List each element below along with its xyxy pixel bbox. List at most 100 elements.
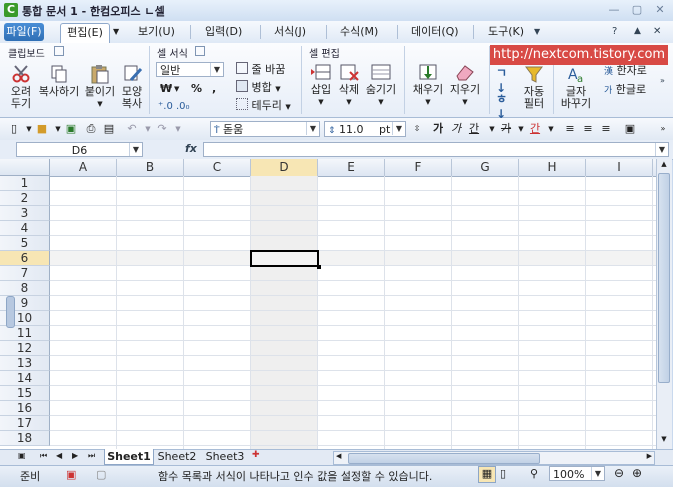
spreadsheet-grid[interactable]: ABCDEFGHI 1 2 3 4 5 6 7 8 9 10 11 12 13 14 15 16 17 18	[0, 159, 656, 449]
format-painter-button[interactable]: 모양 복사	[118, 64, 146, 110]
toolbar-options-icon[interactable]: »	[655, 122, 671, 136]
row-header-14[interactable]: 14	[0, 371, 50, 386]
row-header-17[interactable]: 17	[0, 416, 50, 431]
underline-button[interactable]: 간	[466, 122, 482, 136]
hide-button[interactable]: 숨기기 ▼	[363, 62, 399, 108]
new-document-icon[interactable]: ▯	[6, 122, 22, 136]
minimize-icon[interactable]: —	[606, 3, 622, 17]
auto-filter-button[interactable]: 자동 필터	[518, 64, 550, 110]
hide-chevron-icon[interactable]: ▼	[363, 96, 399, 108]
column-header-d[interactable]: D	[251, 159, 318, 176]
chevron-down-icon[interactable]: ▼	[392, 122, 405, 135]
next-sheet-icon[interactable]: ▶	[72, 451, 78, 460]
cut-button[interactable]: 오려 두기	[6, 64, 36, 110]
chevron-down-icon[interactable]: ▼	[591, 467, 604, 480]
decrease-decimal-icon[interactable]: .0₀	[176, 99, 190, 115]
print-preview-icon[interactable]: ▤	[101, 122, 117, 136]
zoom-in-icon[interactable]: ⊕	[632, 466, 642, 480]
vertical-scrollbar[interactable]: ▲ ▼	[656, 159, 672, 449]
percent-button[interactable]: %	[191, 81, 202, 97]
row-header-3[interactable]: 3	[0, 206, 50, 221]
menu-input[interactable]: 입력(D)	[201, 23, 246, 41]
side-panel-handle[interactable]	[6, 296, 15, 328]
clipboard-dialog-icon[interactable]	[54, 46, 64, 56]
increase-decimal-icon[interactable]: ⁺.0	[158, 99, 173, 115]
font-size-stepper-icon[interactable]: ⇳	[409, 122, 425, 136]
ribbon-collapse-icon[interactable]: ▲	[634, 26, 641, 36]
menu-view[interactable]: 보기(U)	[134, 23, 179, 41]
zoom-icon[interactable]: ⚲	[530, 467, 538, 480]
column-header-a[interactable]: A	[50, 159, 117, 176]
fill-button[interactable]: 채우기 ▼	[410, 62, 446, 108]
first-sheet-icon[interactable]: ⏮	[40, 451, 47, 461]
column-header-f[interactable]: F	[385, 159, 452, 176]
align-right-icon[interactable]: ≡	[598, 122, 614, 136]
column-header-h[interactable]: H	[519, 159, 586, 176]
align-left-icon[interactable]: ≡	[562, 122, 578, 136]
ribbon-scroll-right-icon[interactable]: »	[660, 76, 665, 85]
row-header-13[interactable]: 13	[0, 356, 50, 371]
comma-button[interactable]: ,	[212, 81, 216, 97]
redo-chevron-icon[interactable]: ▼	[170, 122, 186, 136]
italic-button[interactable]: 가	[448, 122, 464, 136]
sort-ascending-icon[interactable]: ㄱ↓	[496, 64, 516, 95]
row-header-12[interactable]: 12	[0, 341, 50, 356]
macro-record-icon[interactable]: ▣	[66, 468, 76, 481]
menu-more-icon[interactable]: ▼	[534, 27, 540, 36]
column-header-c[interactable]: C	[184, 159, 251, 176]
help-icon[interactable]: ?	[612, 26, 617, 37]
redo-icon[interactable]: ↷	[154, 122, 170, 136]
fill-chevron-icon[interactable]: ▼	[410, 96, 446, 108]
menu-format[interactable]: 서식(J)	[270, 23, 310, 41]
prev-sheet-icon[interactable]: ◀	[56, 451, 62, 460]
menu-formula[interactable]: 수식(M)	[336, 23, 382, 41]
merge-center-icon[interactable]: ▣	[622, 122, 638, 136]
paste-chevron-icon[interactable]: ▼	[84, 98, 116, 110]
column-header-g[interactable]: G	[452, 159, 519, 176]
wrap-text-button[interactable]: 줄 바꿈	[236, 62, 285, 78]
row-header-11[interactable]: 11	[0, 326, 50, 341]
row-header-15[interactable]: 15	[0, 386, 50, 401]
doc-close-icon[interactable]: ✕	[653, 26, 661, 37]
print-icon[interactable]: ⎙	[83, 122, 99, 136]
formula-input[interactable]: ▼	[203, 142, 669, 157]
sheet-tab-1[interactable]: Sheet1	[104, 449, 154, 465]
row-header-8[interactable]: 8	[0, 281, 50, 296]
copy-button[interactable]: 복사하기	[37, 64, 81, 98]
cell-format-dialog-icon[interactable]	[195, 46, 205, 56]
align-center-icon[interactable]: ≡	[580, 122, 596, 136]
merge-chevron-icon[interactable]: ▼	[275, 85, 280, 93]
merge-button[interactable]: 병합 ▼	[236, 80, 281, 96]
sort-descending-icon[interactable]: ㅎ↓	[496, 90, 516, 121]
row-header-4[interactable]: 4	[0, 221, 50, 236]
font-color-button[interactable]: 간	[527, 122, 543, 136]
chevron-down-icon[interactable]: ▼	[306, 122, 319, 135]
scroll-thumb[interactable]	[658, 173, 670, 383]
close-icon[interactable]: ✕	[652, 3, 668, 17]
function-icon[interactable]: fx	[185, 142, 197, 155]
hanja-button[interactable]: 漢 한자로	[604, 63, 647, 79]
font-size-select[interactable]: ⇕ 11.0 pt ▼	[324, 121, 406, 137]
maximize-icon[interactable]: ▢	[629, 3, 645, 17]
h-scroll-thumb[interactable]	[348, 453, 540, 464]
undo-icon[interactable]: ↶	[124, 122, 140, 136]
chevron-down-icon[interactable]: ▼	[210, 63, 223, 76]
column-header-b[interactable]: B	[117, 159, 184, 176]
row-header-7[interactable]: 7	[0, 266, 50, 281]
clear-button[interactable]: 지우기 ▼	[447, 62, 483, 108]
column-header-i[interactable]: I	[586, 159, 653, 176]
font-color-chevron-icon[interactable]: ▼	[543, 122, 559, 136]
edit-mode-icon[interactable]: ▢	[96, 468, 106, 481]
sheet-tab-2[interactable]: Sheet2	[156, 450, 198, 464]
insert-chevron-icon[interactable]: ▼	[307, 96, 335, 108]
chevron-down-icon[interactable]: ▼	[655, 143, 668, 156]
name-box[interactable]: D6 ▼	[16, 142, 143, 157]
column-header-e[interactable]: E	[318, 159, 385, 176]
menu-edit[interactable]: 편집(E)	[60, 23, 110, 43]
scroll-down-icon[interactable]: ▼	[658, 435, 670, 445]
scroll-right-icon[interactable]: ▶	[647, 452, 652, 460]
delete-chevron-icon[interactable]: ▼	[335, 96, 363, 108]
normal-view-icon[interactable]: ▦	[478, 466, 496, 483]
scroll-up-icon[interactable]: ▲	[658, 160, 670, 170]
font-name-select[interactable]: Ṫ 돋움 ▼	[210, 121, 320, 137]
